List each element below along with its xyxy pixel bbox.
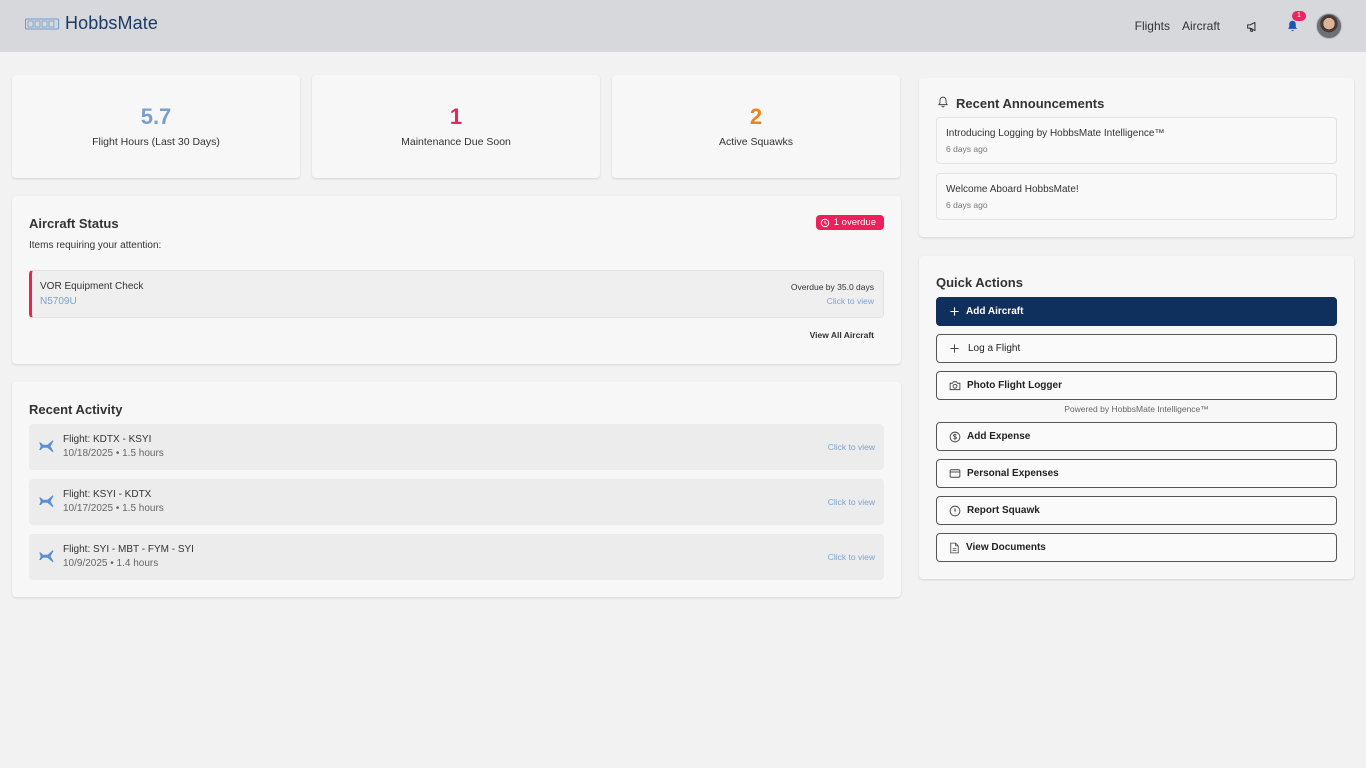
overdue-item[interactable]: VOR Equipment Check N5709U Overdue by 35…	[29, 270, 884, 318]
wallet-icon	[949, 469, 961, 478]
click-to-view-link[interactable]: Click to view	[827, 296, 874, 306]
activity-subtitle: 10/17/2025 • 1.5 hours	[63, 503, 164, 514]
aircraft-status-card: Aircraft Status 1 overdue Items requirin…	[12, 196, 901, 364]
photo-flight-logger-button[interactable]: Photo Flight Logger	[936, 371, 1337, 400]
airplane-icon	[39, 495, 54, 508]
add-aircraft-button[interactable]: Add Aircraft	[936, 297, 1337, 326]
alert-circle-icon	[949, 505, 961, 516]
camera-icon	[949, 381, 961, 391]
bell-outline-icon	[938, 96, 948, 108]
activity-title: Flight: KSYI - KDTX	[63, 489, 152, 500]
plus-icon	[950, 307, 959, 316]
section-title: Aircraft Status	[29, 216, 119, 231]
announcements-card: Recent Announcements Introducing Logging…	[919, 78, 1354, 237]
activity-item[interactable]: Flight: KDTX - KSYI 10/18/2025 • 1.5 hou…	[29, 424, 884, 470]
document-icon	[950, 542, 959, 553]
activity-item[interactable]: Flight: SYI - MBT - FYM - SYI 10/9/2025 …	[29, 534, 884, 580]
log-flight-button[interactable]: Log a Flight	[936, 334, 1337, 363]
clock-icon	[820, 218, 829, 227]
activity-item[interactable]: Flight: KSYI - KDTX 10/17/2025 • 1.5 hou…	[29, 479, 884, 525]
button-label: View Documents	[966, 542, 1046, 553]
recent-activity-card: Recent Activity Flight: KDTX - KSYI 10/1…	[12, 382, 901, 597]
click-to-view-link[interactable]: Click to view	[828, 552, 875, 562]
button-label: Report Squawk	[967, 505, 1040, 516]
stat-maintenance-due: 1 Maintenance Due Soon	[312, 75, 600, 178]
section-title: Quick Actions	[936, 275, 1023, 290]
overdue-status: Overdue by 35.0 days	[790, 282, 874, 292]
stat-value: 1	[449, 104, 463, 129]
announcement-title: Welcome Aboard HobbsMate!	[946, 184, 1079, 195]
stat-label: Maintenance Due Soon	[401, 136, 511, 148]
nav: Flights Aircraft 1	[1135, 0, 1342, 52]
dollar-icon	[949, 431, 961, 442]
stat-label: Flight Hours (Last 30 Days)	[92, 136, 220, 148]
button-label: Add Expense	[967, 431, 1031, 442]
click-to-view-link[interactable]: Click to view	[828, 497, 875, 507]
announcement-time: 6 days ago	[946, 144, 988, 154]
stat-label: Active Squawks	[718, 136, 794, 148]
personal-expenses-button[interactable]: Personal Expenses	[936, 459, 1337, 488]
button-label: Log a Flight	[968, 343, 1021, 354]
announcement-time: 6 days ago	[946, 200, 988, 210]
overdue-item-name: VOR Equipment Check	[40, 281, 144, 292]
button-label: Add Aircraft	[966, 306, 1024, 317]
aircraft-tail-link[interactable]: N5709U	[40, 296, 77, 307]
airplane-icon	[39, 550, 54, 563]
stat-flight-hours: 5.7 Flight Hours (Last 30 Days)	[12, 75, 300, 178]
stat-value: 2	[749, 104, 763, 129]
overdue-badge: 1 overdue	[815, 215, 884, 230]
view-all-aircraft-link[interactable]: View All Aircraft	[810, 330, 874, 340]
airplane-icon	[39, 440, 54, 453]
powered-by-note: Powered by HobbsMate Intelligence™	[1064, 404, 1209, 414]
logo-icon	[25, 18, 59, 29]
megaphone-icon[interactable]	[1245, 19, 1259, 33]
avatar[interactable]	[1316, 13, 1342, 39]
view-documents-button[interactable]: View Documents	[936, 533, 1337, 562]
stat-value: 5.7	[140, 104, 172, 129]
quick-actions-card: Quick Actions Add Aircraft Log a Flight …	[919, 256, 1354, 579]
notification-badge: 1	[1292, 11, 1306, 21]
brand-name: HobbsMate	[65, 13, 158, 33]
activity-title: Flight: SYI - MBT - FYM - SYI	[63, 544, 194, 555]
click-to-view-link[interactable]: Click to view	[828, 442, 875, 452]
announcement-item[interactable]: Introducing Logging by HobbsMate Intelli…	[936, 117, 1337, 164]
plus-icon	[950, 344, 959, 353]
activity-subtitle: 10/9/2025 • 1.4 hours	[63, 558, 159, 569]
activity-title: Flight: KDTX - KSYI	[63, 434, 152, 445]
activity-subtitle: 10/18/2025 • 1.5 hours	[63, 448, 164, 459]
add-expense-button[interactable]: Add Expense	[936, 422, 1337, 451]
announcement-title: Introducing Logging by HobbsMate Intelli…	[946, 128, 1165, 139]
report-squawk-button[interactable]: Report Squawk	[936, 496, 1337, 525]
button-label: Personal Expenses	[967, 468, 1059, 479]
bell-icon[interactable]: 1	[1285, 11, 1306, 33]
brand[interactable]: HobbsMate	[25, 13, 158, 34]
nav-aircraft[interactable]: Aircraft	[1182, 19, 1220, 33]
section-title: Recent Activity	[29, 402, 123, 417]
overdue-badge-label: 1 overdue	[833, 217, 876, 228]
announcement-item[interactable]: Welcome Aboard HobbsMate! 6 days ago	[936, 173, 1337, 220]
button-label: Photo Flight Logger	[967, 380, 1062, 391]
aircraft-status-subtitle: Items requiring your attention:	[29, 240, 162, 251]
stat-active-squawks: 2 Active Squawks	[612, 75, 900, 178]
nav-flights[interactable]: Flights	[1135, 19, 1170, 33]
top-navigation-bar: HobbsMate Flights Aircraft 1	[0, 0, 1366, 52]
section-title: Recent Announcements	[956, 96, 1105, 111]
